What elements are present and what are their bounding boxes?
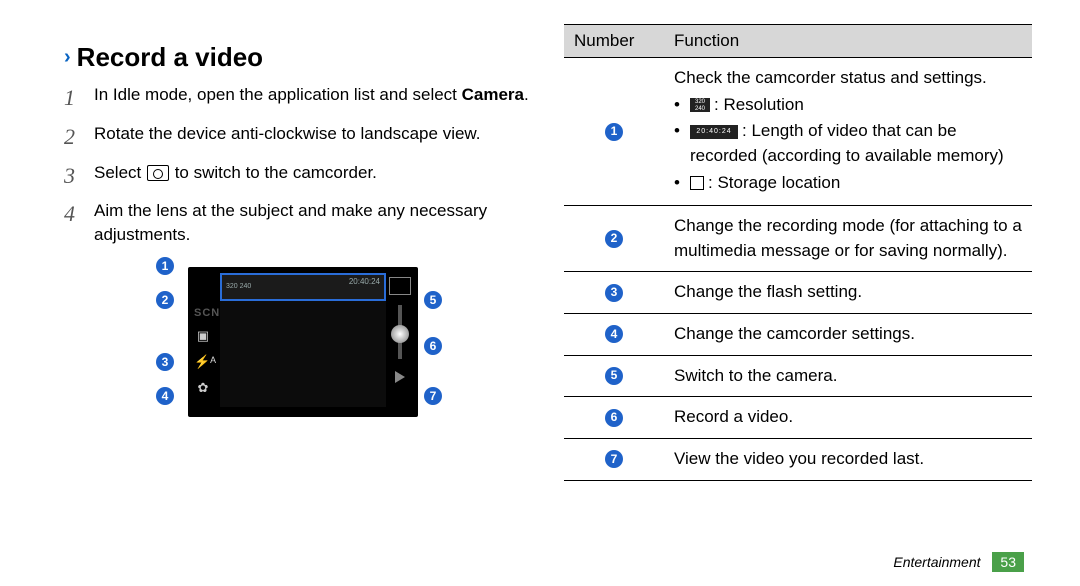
storage-icon [690, 176, 704, 190]
bullet: 20:40:24: Length of video that can be re… [674, 119, 1022, 168]
left-column: › Record a video 1 In Idle mode, open th… [48, 24, 548, 574]
row-function: Record a video. [664, 397, 1032, 439]
row-function: Check the camcorder status and settings.… [664, 58, 1032, 206]
page-footer: Entertainment 53 [893, 554, 1024, 570]
topbar-time: 20:40:24 [345, 275, 384, 288]
resolution-icon: 320 240 [690, 98, 710, 112]
step-text: Select to switch to the camcorder. [94, 161, 377, 185]
callout-7: 7 [424, 387, 442, 405]
head-function: Function [664, 25, 1032, 58]
table-row: 7 View the video you recorded last. [564, 439, 1032, 481]
table-head-row: Number Function [564, 25, 1032, 58]
play-icon [395, 371, 405, 383]
head-number: Number [564, 25, 664, 58]
row-function: Change the flash setting. [664, 272, 1032, 314]
row-function: Change the recording mode (for attaching… [664, 206, 1032, 272]
row-function: Switch to the camera. [664, 355, 1032, 397]
callout-1: 1 [156, 257, 174, 275]
function-table: Number Function 1 Check the camcorder st… [564, 24, 1032, 481]
camera-icon [147, 165, 169, 181]
mode-icon: ▣ [194, 327, 212, 345]
row-badge: 4 [605, 325, 623, 343]
row-badge: 7 [605, 450, 623, 468]
footer-page: 53 [992, 552, 1024, 572]
topbar-resolution: 320 240 [222, 281, 255, 292]
step-number: 1 [64, 83, 86, 114]
right-column: Number Function 1 Check the camcorder st… [548, 24, 1048, 574]
record-slider-icon [398, 305, 402, 359]
table-row: 5 Switch to the camera. [564, 355, 1032, 397]
step-number: 4 [64, 199, 86, 230]
camcorder-topbar: 320 240 20:40:24 [220, 273, 386, 301]
step-text: In Idle mode, open the application list … [94, 83, 529, 107]
table-row: 2 Change the recording mode (for attachi… [564, 206, 1032, 272]
camcorder-screen: 320 240 20:40:24 SCN ▣ ⚡ᴬ ✿ [188, 267, 418, 417]
section-heading: › Record a video [64, 42, 532, 73]
step-list: 1 In Idle mode, open the application lis… [64, 83, 532, 247]
table-row: 4 Change the camcorder settings. [564, 314, 1032, 356]
callout-5: 5 [424, 291, 442, 309]
scn-label: SCN [194, 307, 220, 319]
row-badge: 2 [605, 230, 623, 248]
step-text: Rotate the device anti-clockwise to land… [94, 122, 480, 146]
step-number: 2 [64, 122, 86, 153]
step-text: Aim the lens at the subject and make any… [94, 199, 532, 247]
callout-6: 6 [424, 337, 442, 355]
camcorder-figure: 320 240 20:40:24 SCN ▣ ⚡ᴬ ✿ 1 2 3 [128, 257, 468, 457]
page: › Record a video 1 In Idle mode, open th… [0, 0, 1080, 586]
step-3: 3 Select to switch to the camcorder. [64, 161, 532, 192]
step-2: 2 Rotate the device anti-clockwise to la… [64, 122, 532, 153]
gear-icon: ✿ [194, 379, 212, 397]
table-row: 1 Check the camcorder status and setting… [564, 58, 1032, 206]
table-row: 6 Record a video. [564, 397, 1032, 439]
row-intro: Check the camcorder status and settings. [674, 66, 1022, 91]
row-bullets: 320 240: Resolution 20:40:24: Length of … [674, 93, 1022, 196]
table-row: 3 Change the flash setting. [564, 272, 1032, 314]
bullet: 320 240: Resolution [674, 93, 1022, 118]
row-function: Change the camcorder settings. [664, 314, 1032, 356]
chevron-right-icon: › [64, 46, 71, 69]
row-badge: 6 [605, 409, 623, 427]
footer-section: Entertainment [893, 554, 980, 570]
row-function: View the video you recorded last. [664, 439, 1032, 481]
viewport [220, 301, 386, 407]
right-icons [388, 277, 412, 383]
flash-icon: ⚡ᴬ [194, 353, 212, 371]
row-badge: 3 [605, 284, 623, 302]
callout-3: 3 [156, 353, 174, 371]
step-number: 3 [64, 161, 86, 192]
heading-text: Record a video [77, 42, 263, 73]
row-badge: 5 [605, 367, 623, 385]
callout-2: 2 [156, 291, 174, 309]
callout-4: 4 [156, 387, 174, 405]
step-4: 4 Aim the lens at the subject and make a… [64, 199, 532, 247]
left-icons: ▣ ⚡ᴬ ✿ [194, 327, 212, 397]
step-1: 1 In Idle mode, open the application lis… [64, 83, 532, 114]
time-icon: 20:40:24 [690, 125, 738, 139]
row-badge: 1 [605, 123, 623, 141]
switch-camera-icon [389, 277, 411, 295]
bullet: : Storage location [674, 171, 1022, 196]
